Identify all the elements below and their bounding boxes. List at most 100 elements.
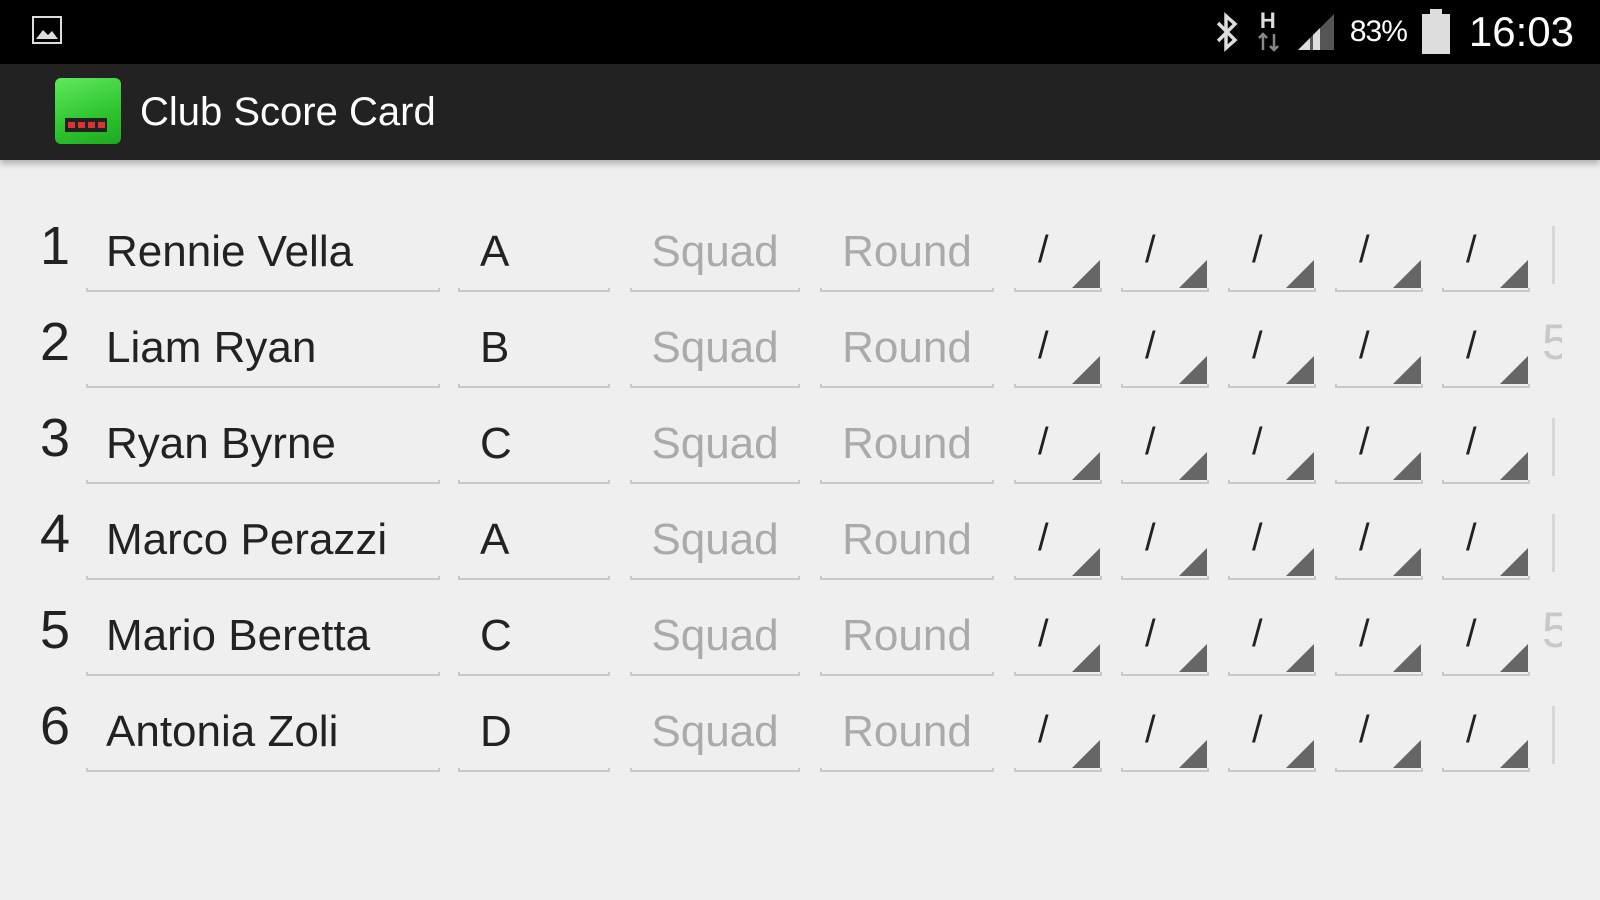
clipped-column-edge: [1552, 226, 1555, 284]
dropdown-arrow-icon: [1500, 740, 1528, 768]
class-field[interactable]: D: [458, 696, 610, 772]
score-spinner[interactable]: /: [1442, 504, 1530, 580]
dropdown-arrow-icon: [1286, 548, 1314, 576]
dropdown-arrow-icon: [1072, 548, 1100, 576]
score-spinner[interactable]: /: [1228, 216, 1316, 292]
clipped-total: 5: [1542, 314, 1562, 370]
score-spinner[interactable]: /: [1228, 408, 1316, 484]
score-spinner[interactable]: /: [1121, 408, 1209, 484]
dropdown-arrow-icon: [1286, 740, 1314, 768]
dropdown-arrow-icon: [1500, 644, 1528, 672]
score-spinner[interactable]: /: [1014, 408, 1102, 484]
score-spinner[interactable]: /: [1121, 504, 1209, 580]
score-spinner[interactable]: /: [1228, 504, 1316, 580]
row-number: 2: [40, 312, 71, 372]
score-spinner[interactable]: /: [1121, 600, 1209, 676]
squad-field[interactable]: Squad: [630, 504, 800, 580]
score-spinner[interactable]: /: [1014, 312, 1102, 388]
score-spinner[interactable]: /: [1228, 696, 1316, 772]
dropdown-arrow-icon: [1286, 644, 1314, 672]
score-spinner[interactable]: /: [1335, 696, 1423, 772]
score-spinner[interactable]: /: [1442, 600, 1530, 676]
score-spinner[interactable]: /: [1442, 216, 1530, 292]
round-field[interactable]: Round: [820, 216, 994, 292]
score-spinner[interactable]: /: [1014, 216, 1102, 292]
score-spinner[interactable]: /: [1121, 696, 1209, 772]
score-spinner[interactable]: /: [1442, 696, 1530, 772]
squad-field[interactable]: Squad: [630, 312, 800, 388]
signal-icon: [1297, 14, 1334, 50]
clipped-column-edge: [1552, 514, 1555, 572]
dropdown-arrow-icon: [1286, 260, 1314, 288]
score-spinner[interactable]: /: [1335, 216, 1423, 292]
round-field[interactable]: Round: [820, 408, 994, 484]
class-field[interactable]: B: [458, 312, 610, 388]
squad-field[interactable]: Squad: [630, 408, 800, 484]
dropdown-arrow-icon: [1179, 452, 1207, 480]
score-spinner[interactable]: /: [1335, 408, 1423, 484]
dropdown-arrow-icon: [1393, 644, 1421, 672]
class-field[interactable]: C: [458, 600, 610, 676]
score-spinner[interactable]: /: [1335, 600, 1423, 676]
score-spinner[interactable]: /: [1228, 600, 1316, 676]
dropdown-arrow-icon: [1072, 356, 1100, 384]
hspa-data-icon: H: [1256, 8, 1282, 54]
battery-percentage: 83%: [1349, 15, 1408, 48]
squad-field[interactable]: Squad: [630, 216, 800, 292]
name-field[interactable]: Antonia Zoli: [86, 696, 440, 772]
round-field[interactable]: Round: [820, 600, 994, 676]
squad-field[interactable]: Squad: [630, 600, 800, 676]
score-spinner[interactable]: /: [1335, 504, 1423, 580]
score-spinner[interactable]: /: [1442, 312, 1530, 388]
squad-field[interactable]: Squad: [630, 696, 800, 772]
dropdown-arrow-icon: [1179, 260, 1207, 288]
dropdown-arrow-icon: [1072, 260, 1100, 288]
dropdown-arrow-icon: [1072, 644, 1100, 672]
score-spinner[interactable]: /: [1335, 312, 1423, 388]
row-number: 5: [40, 600, 71, 660]
score-spinner[interactable]: /: [1014, 504, 1102, 580]
app-title: Club Score Card: [140, 90, 436, 134]
round-field[interactable]: Round: [820, 696, 994, 772]
score-spinner[interactable]: /: [1442, 408, 1530, 484]
row-number: 1: [40, 216, 71, 276]
class-field[interactable]: A: [458, 216, 610, 292]
app-icon-screen: [65, 118, 107, 132]
name-field[interactable]: Marco Perazzi: [86, 504, 440, 580]
round-field[interactable]: Round: [820, 504, 994, 580]
table-row: 4 Marco Perazzi A Squad Round / / / / /: [0, 504, 1600, 600]
class-field[interactable]: A: [458, 504, 610, 580]
dropdown-arrow-icon: [1500, 260, 1528, 288]
class-field[interactable]: C: [458, 408, 610, 484]
status-bar: H 83% 16:03: [0, 0, 1600, 64]
dropdown-arrow-icon: [1393, 548, 1421, 576]
dropdown-arrow-icon: [1179, 356, 1207, 384]
table-row: 5 Mario Beretta C Squad Round / / / / / …: [0, 600, 1600, 696]
dropdown-arrow-icon: [1179, 740, 1207, 768]
dropdown-arrow-icon: [1500, 356, 1528, 384]
name-field[interactable]: Ryan Byrne: [86, 408, 440, 484]
status-icons: H 83% 16:03: [1212, 0, 1574, 64]
round-field[interactable]: Round: [820, 312, 994, 388]
name-field[interactable]: Mario Beretta: [86, 600, 440, 676]
name-field[interactable]: Rennie Vella: [86, 216, 440, 292]
score-spinner[interactable]: /: [1121, 312, 1209, 388]
dropdown-arrow-icon: [1072, 740, 1100, 768]
row-number: 6: [40, 696, 71, 756]
score-spinner[interactable]: /: [1014, 600, 1102, 676]
clipped-total: 5: [1542, 602, 1562, 658]
action-bar: Club Score Card: [0, 64, 1600, 160]
score-spinner[interactable]: /: [1228, 312, 1316, 388]
bluetooth-icon: [1216, 12, 1238, 52]
scorecard-app-icon[interactable]: [55, 78, 121, 144]
dropdown-arrow-icon: [1500, 452, 1528, 480]
table-row: 2 Liam Ryan B Squad Round / / / / / 5: [0, 312, 1600, 408]
score-spinner[interactable]: /: [1014, 696, 1102, 772]
row-number: 4: [40, 504, 71, 564]
name-field[interactable]: Liam Ryan: [86, 312, 440, 388]
dropdown-arrow-icon: [1072, 452, 1100, 480]
score-spinner[interactable]: /: [1121, 216, 1209, 292]
table-row: 1 Rennie Vella A Squad Round / / / / /: [0, 216, 1600, 312]
dropdown-arrow-icon: [1286, 356, 1314, 384]
dropdown-arrow-icon: [1179, 548, 1207, 576]
